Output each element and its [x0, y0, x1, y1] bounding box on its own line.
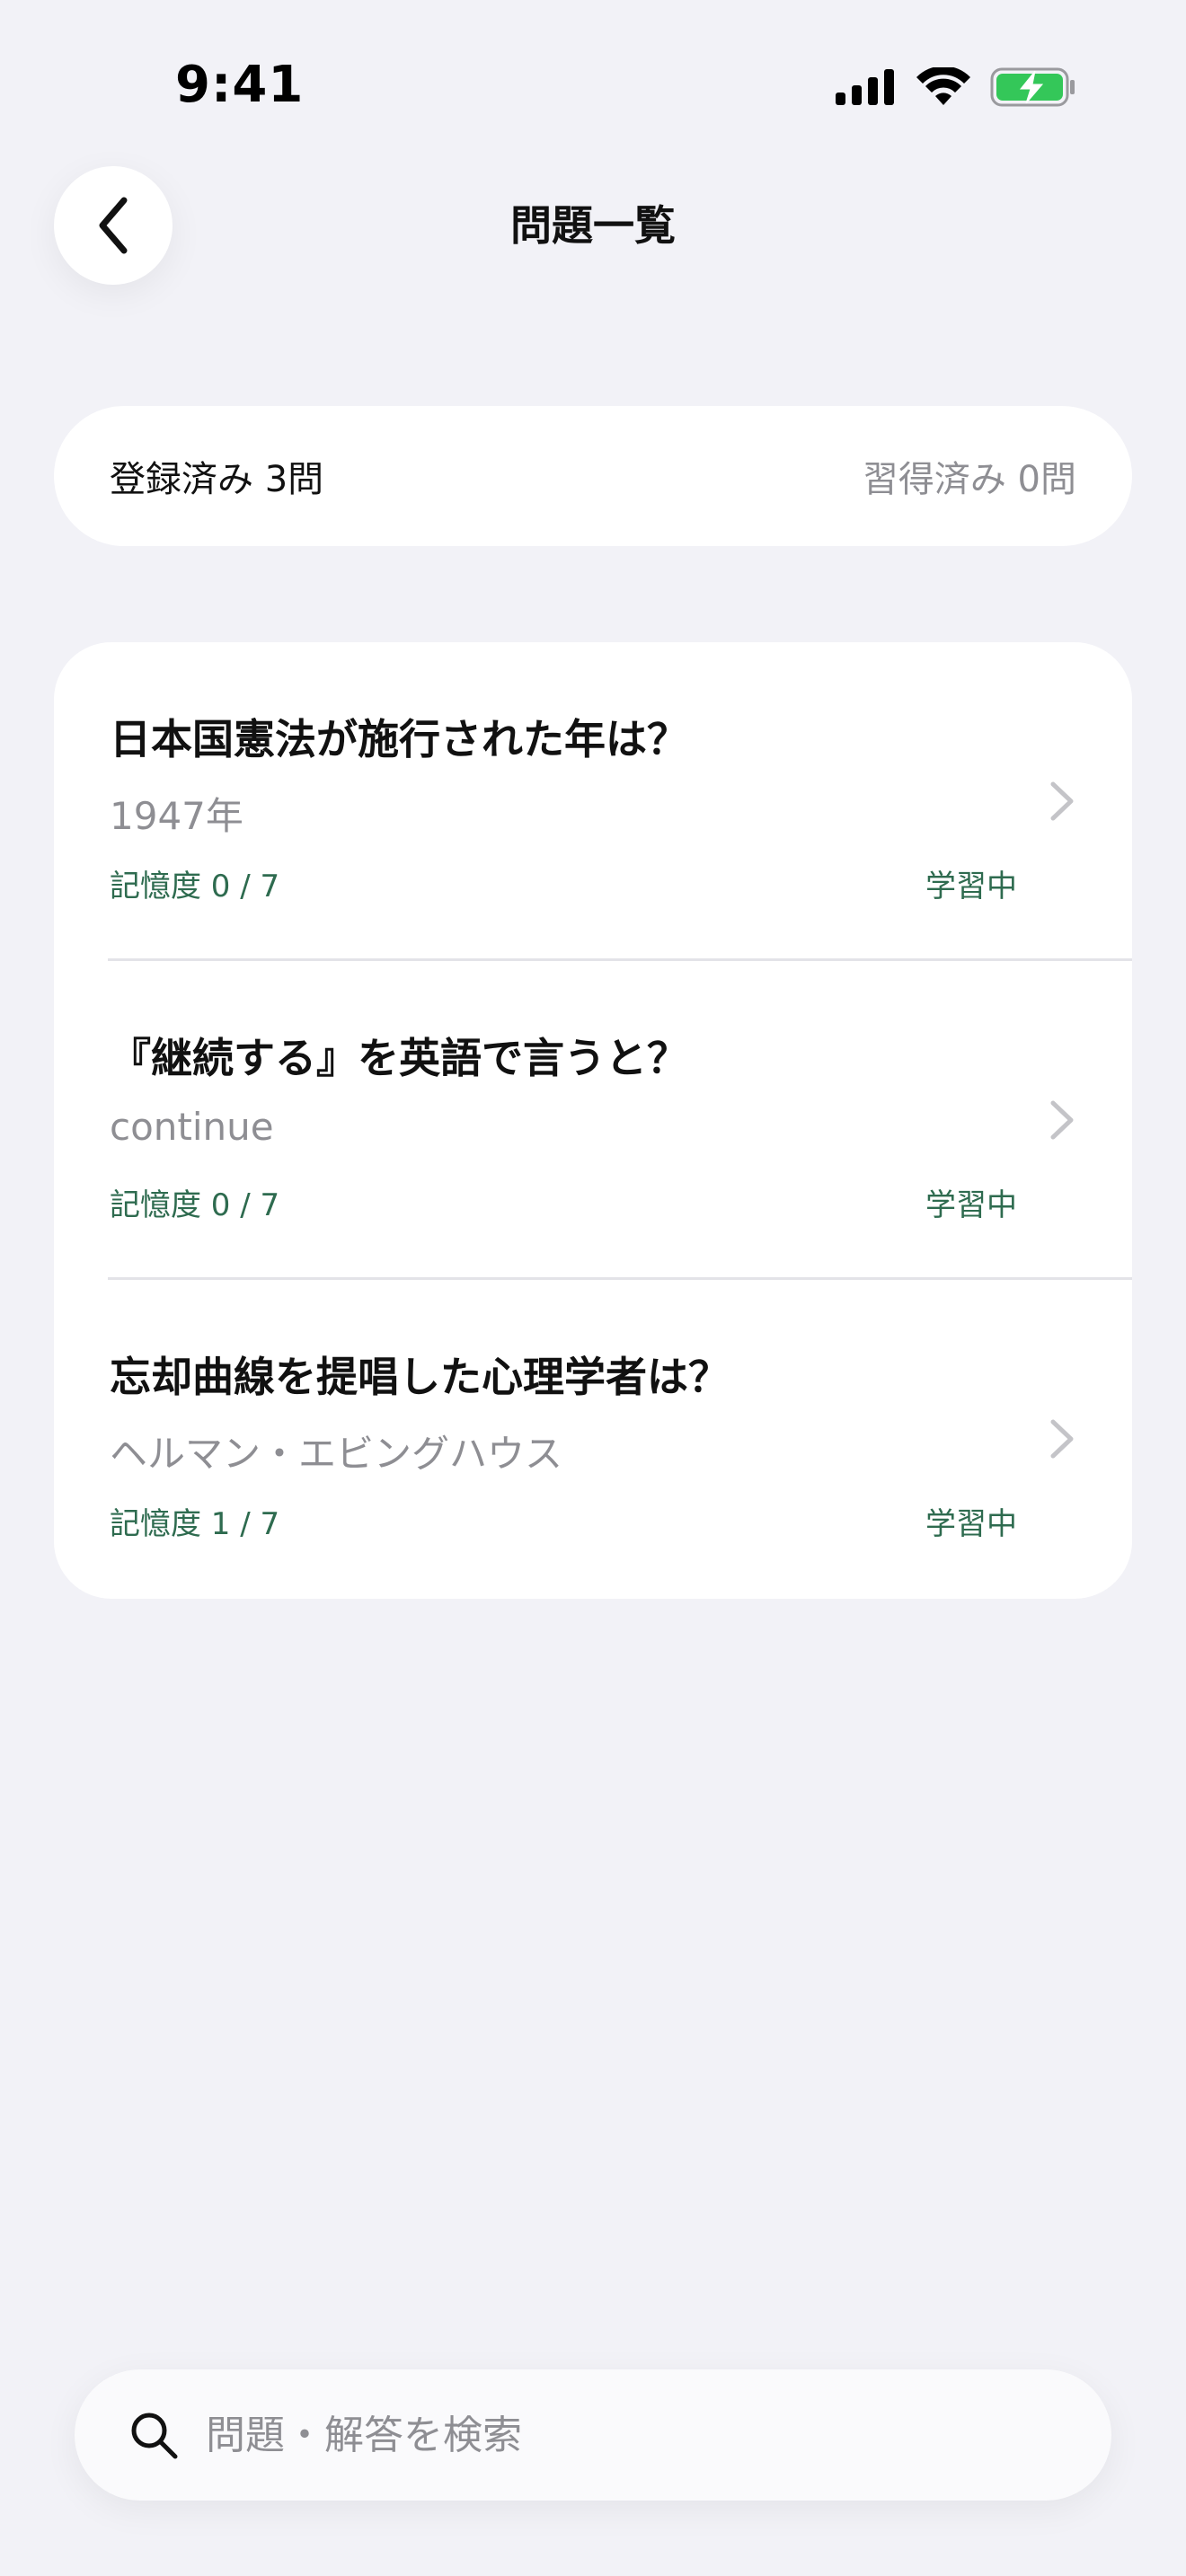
answer-text: 1947年: [110, 794, 243, 838]
page-title: 問題一覧: [510, 201, 676, 250]
answer-text: ヘルマン・エビングハウス: [110, 1432, 563, 1476]
status-label: 学習中: [925, 1506, 1017, 1542]
status-bar: 9:41: [0, 0, 1186, 171]
summary-card: 登録済み 3問 習得済み 0問: [54, 406, 1132, 546]
cellular-signal-icon: [836, 69, 894, 105]
wifi-icon: [916, 67, 970, 105]
question-text: 忘却曲線を提唱した心理学者は？: [110, 1353, 730, 1401]
search-bar[interactable]: [75, 2369, 1111, 2501]
question-text: 『継続する』を英語で言うと？: [110, 1034, 688, 1082]
memory-level: 記憶度 0 / 7: [110, 1187, 280, 1223]
status-label: 学習中: [925, 1187, 1017, 1223]
chevron-right-icon: [1050, 1419, 1074, 1459]
status-time: 9:41: [175, 56, 305, 114]
question-item[interactable]: 忘却曲線を提唱した心理学者は？ ヘルマン・エビングハウス 記憶度 1 / 7 学…: [54, 1280, 1132, 1599]
status-label: 学習中: [925, 869, 1017, 904]
memory-level: 記憶度 1 / 7: [110, 1506, 280, 1542]
memory-level: 記憶度 0 / 7: [110, 869, 280, 904]
question-item[interactable]: 日本国憲法が施行された年は？ 1947年 記憶度 0 / 7 学習中: [54, 642, 1132, 961]
status-icons: [836, 65, 1076, 110]
answer-text: continue: [110, 1105, 274, 1149]
search-icon: [131, 2413, 178, 2459]
chevron-right-icon: [1050, 1100, 1074, 1140]
question-text: 日本国憲法が施行された年は？: [110, 715, 688, 763]
search-input[interactable]: [206, 2412, 1059, 2458]
registered-count: 登録済み 3問: [110, 459, 324, 500]
chevron-right-icon: [1050, 781, 1074, 821]
question-item[interactable]: 『継続する』を英語で言うと？ continue 記憶度 0 / 7 学習中: [54, 961, 1132, 1280]
battery-charging-icon: [990, 67, 1075, 107]
mastered-count: 習得済み 0問: [862, 459, 1076, 500]
question-list: 日本国憲法が施行された年は？ 1947年 記憶度 0 / 7 学習中 『継続する…: [54, 642, 1132, 1599]
